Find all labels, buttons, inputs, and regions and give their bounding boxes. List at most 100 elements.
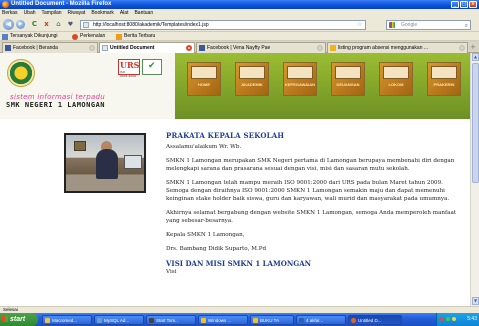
nav-keuangan[interactable]: KEUANGAN [331, 62, 365, 96]
task-start-tomcat[interactable]: Start Tom... [146, 315, 196, 325]
article-heading: PRAKATA KEPALA SEKOLAH [166, 131, 285, 140]
menu-bar: Berkas Ubah Tampilan Riwayat Bookmark Alat Ban… [0, 9, 479, 17]
tab-label: listing program absensi menggunakan ... [338, 45, 429, 51]
rss-icon [116, 33, 122, 40]
nav-prakerin[interactable]: PRAKERIN [427, 62, 461, 96]
tray-icon[interactable] [440, 317, 444, 321]
bookmark-label: Perkenalan [80, 33, 106, 39]
site-title: sistem informasi terpadu [10, 93, 106, 101]
star-icon[interactable]: ☆ [357, 21, 362, 28]
close-tab-icon[interactable]: x [317, 45, 323, 51]
close-tab-icon[interactable]: x [89, 45, 95, 51]
nav-lokom[interactable]: LOKOM [379, 62, 413, 96]
start-button[interactable]: start [0, 313, 38, 326]
prakerin-tile-image [431, 66, 457, 79]
menu-bantuan[interactable]: Bantuan [132, 9, 157, 17]
school-name: SMK NEGERI 1 LAMONGAN [6, 101, 106, 109]
check-icon: ✔ [148, 61, 156, 71]
maximize-button[interactable]: □ [460, 1, 468, 8]
scrollbar-thumb[interactable] [472, 63, 479, 183]
facebook-icon [199, 45, 205, 51]
task-untitled-document[interactable]: Untitled D... [348, 315, 402, 325]
article-closing: Kepala SMKN 1 Lamongan, [166, 232, 245, 238]
nav-home[interactable]: HOME [187, 62, 221, 96]
photo-person-body [96, 149, 118, 179]
search-input[interactable]: Google ⌕ [386, 20, 471, 30]
task-label: Macromed... [52, 318, 78, 323]
windows-flag-icon [2, 316, 8, 322]
article-signature: Drs. Bambang Didik Suparto, M.Pd [166, 246, 267, 252]
nav-label: HOME [198, 82, 210, 87]
app-icon [97, 318, 102, 323]
task-buku-ta[interactable]: BUKU TA [250, 315, 294, 325]
task-label: 4 akhir... [306, 318, 324, 323]
bookmark-most-visited[interactable]: Tersanyak Dikunjungi [2, 32, 58, 41]
nav-label: AKADEMIK [241, 82, 263, 87]
article: PRAKATA KEPALA SEKOLAH Assalamu'alaikum … [166, 131, 466, 282]
app-icon [45, 318, 50, 323]
reload-icon[interactable]: C [30, 20, 39, 29]
home-tile-image [191, 66, 217, 79]
back-button[interactable]: ◀ [3, 19, 14, 30]
close-tab-icon[interactable]: x [459, 45, 465, 51]
page-icon [102, 45, 108, 51]
url-text: http://localhost:8080/akademik/Templates… [93, 22, 209, 28]
app-icon [201, 318, 206, 323]
article-paragraph: Akhirnya selamat bergabung dengan websit… [166, 210, 457, 224]
home-icon[interactable]: ⌂ [54, 20, 63, 29]
task-label: Untitled D... [358, 318, 382, 323]
status-text: Selesai [3, 307, 18, 312]
section-first-line: Visi [166, 269, 177, 275]
system-tray: 5:43 [436, 313, 479, 326]
nav-kepegawaian[interactable]: KEPEGAWAIAN [283, 62, 317, 96]
menu-ubah[interactable]: Ubah [22, 9, 40, 17]
tab-listing-program[interactable]: listing program absensi menggunakan ... … [327, 42, 468, 53]
menu-alat[interactable]: Alat [118, 9, 133, 17]
akademik-tile-image [239, 66, 265, 79]
keuangan-tile-image [335, 66, 361, 79]
article-greeting: Assalamu'alaikum Wr. Wb. [166, 144, 242, 150]
folder-icon [253, 318, 258, 323]
minimize-button[interactable]: _ [451, 1, 459, 8]
stop-icon[interactable]: x [42, 20, 51, 29]
task-akhir[interactable]: 4 akhir... [296, 315, 346, 325]
header-logo-area: URS ISO 9001:2000 ✔ sistem informasi ter… [0, 53, 175, 119]
tray-icon[interactable] [452, 317, 456, 321]
task-macromedia[interactable]: Macromed... [42, 315, 92, 325]
tab-facebook-beranda[interactable]: Facebook | Beranda x [2, 42, 98, 53]
firefox-icon [351, 318, 356, 323]
task-label: Windows ... [208, 318, 232, 323]
bookmark-label: Tersanyak Dikunjungi [10, 33, 58, 39]
close-button[interactable]: x [469, 1, 477, 8]
google-icon [389, 22, 395, 28]
close-tab-icon[interactable]: x [186, 45, 192, 51]
new-tab-button[interactable]: + [470, 43, 476, 51]
vertical-scrollbar[interactable]: ▲ ▼ [470, 53, 479, 306]
page-content: URS ISO 9001:2000 ✔ sistem informasi ter… [0, 53, 470, 306]
school-logo [7, 59, 35, 87]
tab-untitled-document[interactable]: Untitled Document x [99, 42, 195, 53]
task-windows[interactable]: Windows ... [198, 315, 248, 325]
scroll-up-arrow[interactable]: ▲ [472, 53, 479, 61]
task-label: Start Tom... [156, 318, 179, 323]
menu-berkas[interactable]: Berkas [0, 9, 22, 17]
status-bar: Selesai [0, 306, 479, 313]
photo-monitor [124, 155, 142, 169]
bookmark-getting-started[interactable]: Perkenalan [72, 32, 105, 41]
scroll-down-arrow[interactable]: ▼ [472, 297, 479, 305]
url-bar[interactable]: http://localhost:8080/akademik/Templates… [80, 20, 366, 30]
article-paragraph: SMKN 1 Lamongan merupakan SMK Negeri per… [166, 158, 455, 172]
tab-facebook-vena[interactable]: Facebook | Vena Nayfty Pae x [196, 42, 326, 53]
bookmark-heart-icon[interactable]: ♥ [66, 20, 75, 29]
menu-riwayat[interactable]: Riwayat [66, 9, 90, 17]
search-icon[interactable]: ⌕ [465, 22, 468, 30]
window-title: Untitled Document - Mozilla Firefox [11, 1, 112, 7]
tray-icon[interactable] [446, 317, 450, 321]
nav-akademik[interactable]: AKADEMIK [235, 62, 269, 96]
bookmark-latest-headlines[interactable]: Berita Terbaru [116, 32, 155, 41]
task-mysql[interactable]: MySQL Ad... [94, 315, 144, 325]
menu-tampilan[interactable]: Tampilan [40, 9, 66, 17]
menu-bookmark[interactable]: Bookmark [89, 9, 118, 17]
forward-button[interactable]: ▶ [16, 20, 25, 29]
urs-sub-text: ISO 9001:2000 [120, 70, 137, 78]
